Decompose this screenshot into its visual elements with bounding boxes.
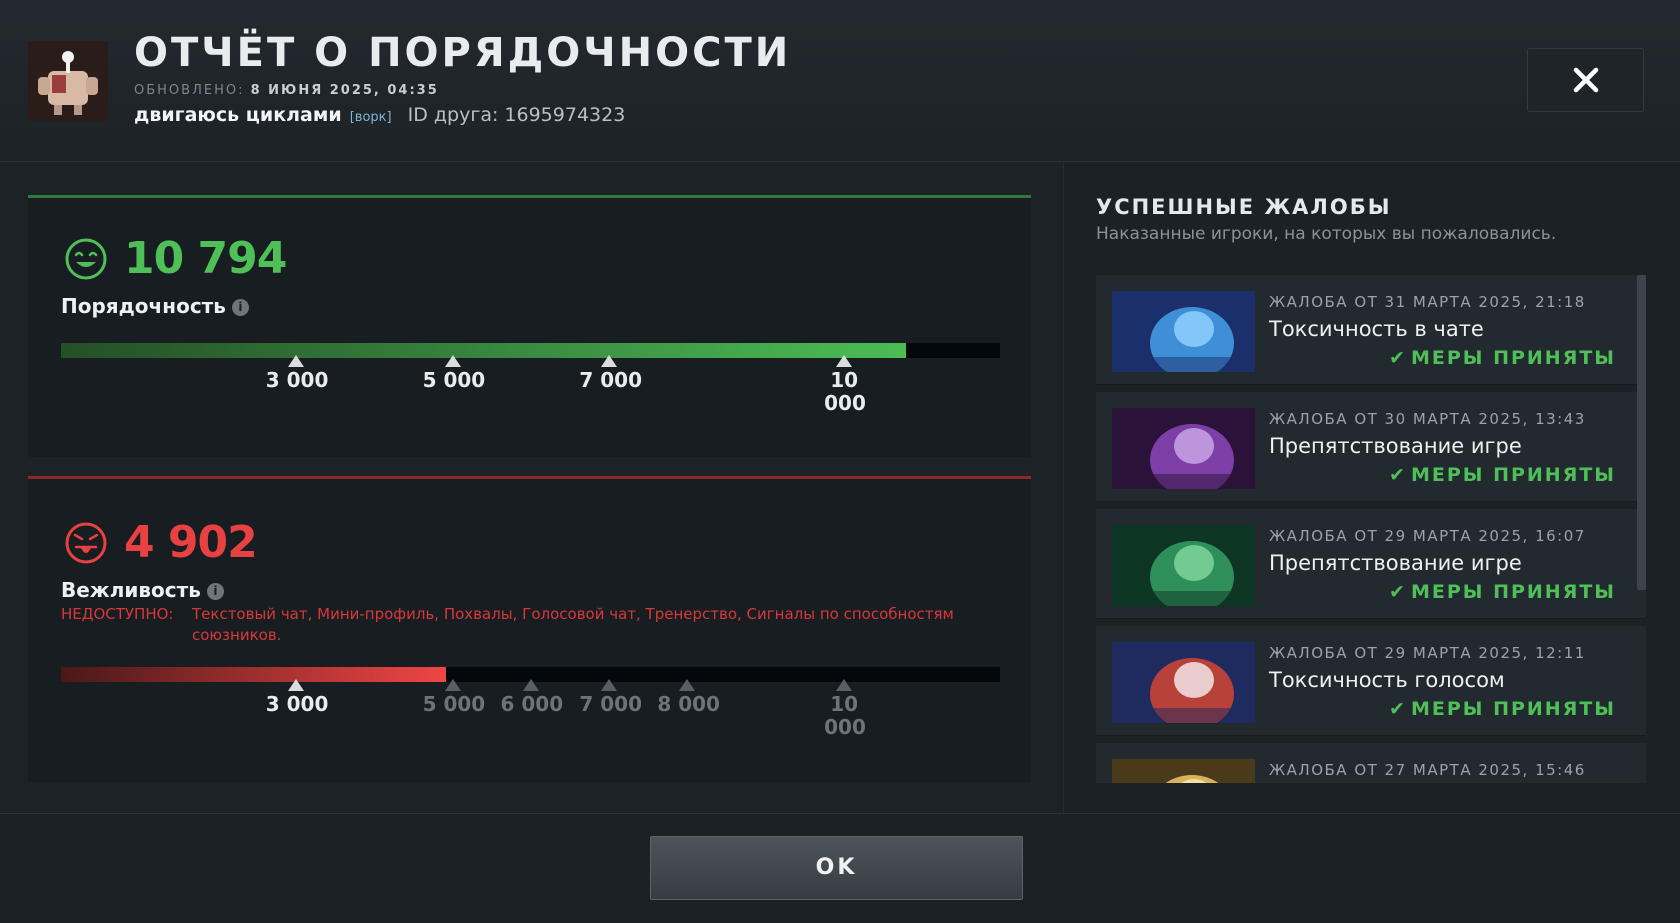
report-reason: Препятствование игре	[1269, 434, 1522, 458]
behavior-label-text: Вежливость	[61, 578, 201, 602]
conduct-label: Порядочность i	[61, 294, 249, 318]
report-reason: Токсичность голосом	[1269, 668, 1505, 692]
tick-marker-icon	[287, 679, 304, 691]
report-item[interactable]: ЖАЛОБА ОТ 29 МАРТА 2025, 12:11 Токсичност…	[1096, 626, 1646, 736]
behavior-tick: 6 000	[500, 679, 564, 716]
ok-button[interactable]: OK	[650, 836, 1023, 900]
report-status-text: МЕРЫ ПРИНЯТЫ	[1410, 347, 1616, 369]
reports-title: УСПЕШНЫЕ ЖАЛОБЫ	[1096, 195, 1392, 219]
conduct-score: 10 794	[124, 233, 287, 284]
tick-label: 10 000	[824, 368, 866, 415]
behavior-score: 4 902	[124, 517, 258, 568]
behavior-tick: 5 000	[422, 679, 486, 716]
checkmark-icon: ✔	[1389, 698, 1407, 720]
checkmark-icon: ✔	[1389, 347, 1407, 369]
checkmark-icon: ✔	[1389, 581, 1407, 603]
hero-portrait-purple	[1112, 408, 1255, 489]
footer: OK	[0, 813, 1680, 923]
conduct-progress-fill	[61, 343, 907, 358]
smiley-face-icon	[65, 238, 107, 280]
conduct-tick: 3 000	[265, 355, 329, 392]
report-status: ✔ МЕРЫ ПРИНЯТЫ	[1389, 581, 1616, 603]
tick-label: 7 000	[579, 692, 643, 716]
info-icon[interactable]: i	[206, 583, 224, 600]
conduct-panel: 10 794 Порядочность i 3 000 5 000 7 000 10 0…	[28, 195, 1031, 457]
unavailable-label: НЕДОСТУПНО:	[61, 605, 174, 623]
report-item[interactable]: ЖАЛОБА ОТ 27 МАРТА 2025, 15:46	[1096, 743, 1646, 783]
info-icon[interactable]: i	[231, 299, 249, 316]
hero-portrait-blue	[1112, 291, 1255, 372]
behavior-progress-fill	[61, 667, 446, 682]
hero-portrait-red	[1112, 642, 1255, 723]
tick-marker-icon	[601, 679, 618, 691]
friend-id: ID друга: 1695974323	[407, 104, 626, 126]
tick-marker-icon	[287, 355, 304, 367]
report-date: ЖАЛОБА ОТ 29 МАРТА 2025, 12:11	[1269, 644, 1586, 662]
report-status: ✔ МЕРЫ ПРИНЯТЫ	[1389, 698, 1616, 720]
conduct-label-text: Порядочность	[61, 294, 226, 318]
behavior-tick: 10 000	[814, 679, 874, 739]
report-date: ЖАЛОБА ОТ 29 МАРТА 2025, 16:07	[1269, 527, 1586, 545]
avatar[interactable]	[28, 41, 108, 121]
report-status-text: МЕРЫ ПРИНЯТЫ	[1410, 698, 1616, 720]
report-status: ✔ МЕРЫ ПРИНЯТЫ	[1389, 464, 1616, 486]
reports-list[interactable]: ЖАЛОБА ОТ 31 МАРТА 2025, 21:18 Токсичност…	[1096, 275, 1646, 783]
unavailable-text: Текстовый чат, Мини-профиль, Похвалы, Го…	[192, 605, 954, 644]
report-date: ЖАЛОБА ОТ 27 МАРТА 2025, 15:46	[1269, 761, 1586, 779]
behavior-tick: 3 000	[265, 679, 329, 716]
behavior-panel: 4 902 Вежливость i НЕДОСТУПНО: Текстовый …	[28, 476, 1031, 782]
report-status-text: МЕРЫ ПРИНЯТЫ	[1410, 581, 1616, 603]
report-date: ЖАЛОБА ОТ 30 МАРТА 2025, 13:43	[1269, 410, 1586, 428]
tick-marker-icon	[836, 679, 853, 691]
report-reason: Препятствование игре	[1269, 551, 1522, 575]
reports-panel: УСПЕШНЫЕ ЖАЛОБЫ Наказанные игроки, на ко…	[1063, 163, 1680, 813]
report-item[interactable]: ЖАЛОБА ОТ 29 МАРТА 2025, 16:07 Препятство…	[1096, 509, 1646, 619]
checkmark-icon: ✔	[1389, 464, 1407, 486]
tick-marker-icon	[444, 355, 461, 367]
tick-marker-icon	[522, 679, 539, 691]
conduct-tick: 7 000	[579, 355, 643, 392]
tick-label: 3 000	[265, 692, 329, 716]
report-status-text: МЕРЫ ПРИНЯТЫ	[1410, 464, 1616, 486]
behavior-tick: 8 000	[657, 679, 720, 716]
tick-marker-icon	[444, 679, 461, 691]
updated-label: ОБНОВЛЕНО:	[134, 83, 245, 98]
conduct-tick: 10 000	[814, 355, 874, 415]
report-item[interactable]: ЖАЛОБА ОТ 30 МАРТА 2025, 13:43 Препятство…	[1096, 392, 1646, 502]
tick-marker-icon	[601, 355, 618, 367]
updated-value: 8 ИЮНЯ 2025, 04:35	[250, 83, 439, 98]
unavailable-features: НЕДОСТУПНО: Текстовый чат, Мини-профиль,…	[61, 604, 1001, 646]
report-status: ✔ МЕРЫ ПРИНЯТЫ	[1389, 347, 1616, 369]
player-info: двигаюсь циклами [ворк] ID друга: 169597…	[134, 104, 625, 126]
reports-subtitle: Наказанные игроки, на которых вы пожалов…	[1096, 224, 1557, 244]
tick-marker-icon	[836, 355, 853, 367]
angry-face-icon	[65, 522, 107, 564]
report-header: ОТЧЁТ О ПОРЯДОЧНОСТИ ОБНОВЛЕНО: 8 ИЮНЯ 2…	[0, 0, 1680, 162]
tick-marker-icon	[679, 679, 696, 691]
tick-label: 5 000	[422, 692, 486, 716]
player-name: двигаюсь циклами	[134, 104, 342, 126]
hero-portrait-green	[1112, 525, 1255, 606]
page-title: ОТЧЁТ О ПОРЯДОЧНОСТИ	[134, 30, 792, 76]
guild-tag: [ворк]	[349, 110, 392, 125]
close-icon	[1573, 67, 1598, 93]
tick-label: 6 000	[500, 692, 564, 716]
tick-label: 10 000	[824, 692, 866, 739]
report-reason: Токсичность в чате	[1269, 317, 1484, 341]
close-button[interactable]	[1527, 48, 1644, 112]
conduct-tick: 5 000	[422, 355, 486, 392]
tick-label: 7 000	[579, 368, 643, 392]
behavior-tick: 7 000	[579, 679, 643, 716]
tick-label: 8 000	[657, 692, 720, 716]
behavior-label: Вежливость i	[61, 578, 224, 602]
tick-label: 3 000	[265, 368, 329, 392]
hero-portrait-gold	[1112, 759, 1255, 783]
report-date: ЖАЛОБА ОТ 31 МАРТА 2025, 21:18	[1269, 293, 1586, 311]
report-item[interactable]: ЖАЛОБА ОТ 31 МАРТА 2025, 21:18 Токсичност…	[1096, 275, 1646, 385]
reports-scrollbar[interactable]	[1637, 275, 1646, 590]
updated-timestamp: ОБНОВЛЕНО: 8 ИЮНЯ 2025, 04:35	[134, 83, 439, 98]
tick-label: 5 000	[422, 368, 486, 392]
